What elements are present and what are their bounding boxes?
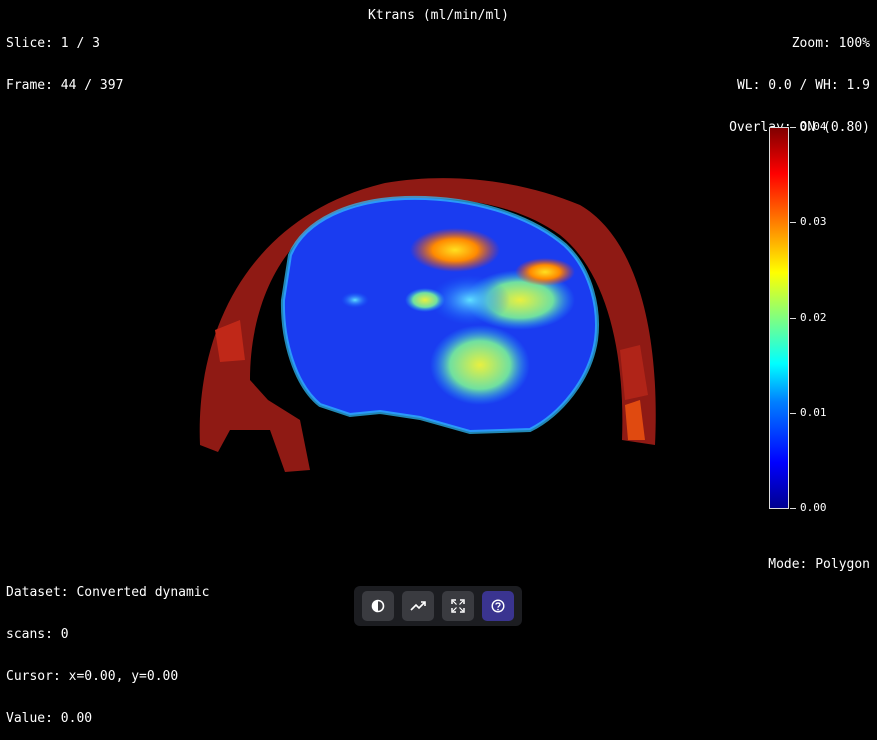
help-button[interactable]	[482, 591, 514, 621]
contrast-icon	[371, 599, 385, 613]
colorbar-tick	[790, 413, 796, 414]
colorbar-tick-label: 0.02	[800, 311, 827, 324]
fullscreen-button[interactable]	[442, 591, 474, 621]
dataset-info: Dataset: Converted dynamic scans: 0 Curs…	[6, 558, 210, 740]
mode-label: Mode: Polygon	[768, 557, 870, 572]
contrast-button[interactable]	[362, 591, 394, 621]
fullscreen-icon	[451, 599, 465, 613]
dataset-label: Dataset: Converted dynamic	[6, 585, 210, 600]
colorbar-tick	[790, 318, 796, 319]
colorbar-tick	[790, 127, 796, 128]
trend-icon	[410, 601, 426, 611]
colorbar	[769, 127, 789, 509]
help-icon	[491, 599, 505, 613]
zoom-label: Zoom: 100%	[791, 36, 870, 51]
scans-label: scans: 0	[6, 627, 69, 642]
window-level-label: WL: 0.0 / WH: 1.9	[736, 78, 870, 93]
colorbar-tick	[790, 508, 796, 509]
toolbar	[354, 586, 522, 626]
colorbar-tick-label: 0.01	[800, 406, 827, 419]
colorbar-tick-label: 0.04	[800, 120, 827, 133]
colorbar-tick-label: 0.00	[800, 501, 827, 514]
timecurve-button[interactable]	[402, 591, 434, 621]
cursor-readout: Cursor: x=0.00, y=0.00	[6, 669, 179, 684]
organ-region	[280, 195, 599, 435]
colorbar-tick	[790, 222, 796, 223]
slice-label: Slice: 1 / 3	[6, 36, 100, 51]
value-readout: Value: 0.00	[6, 711, 93, 726]
slice-frame-info: Slice: 1 / 3 Frame: 44 / 397	[6, 9, 123, 107]
frame-label: Frame: 44 / 397	[6, 78, 124, 93]
colorbar-tick-label: 0.03	[800, 215, 827, 228]
